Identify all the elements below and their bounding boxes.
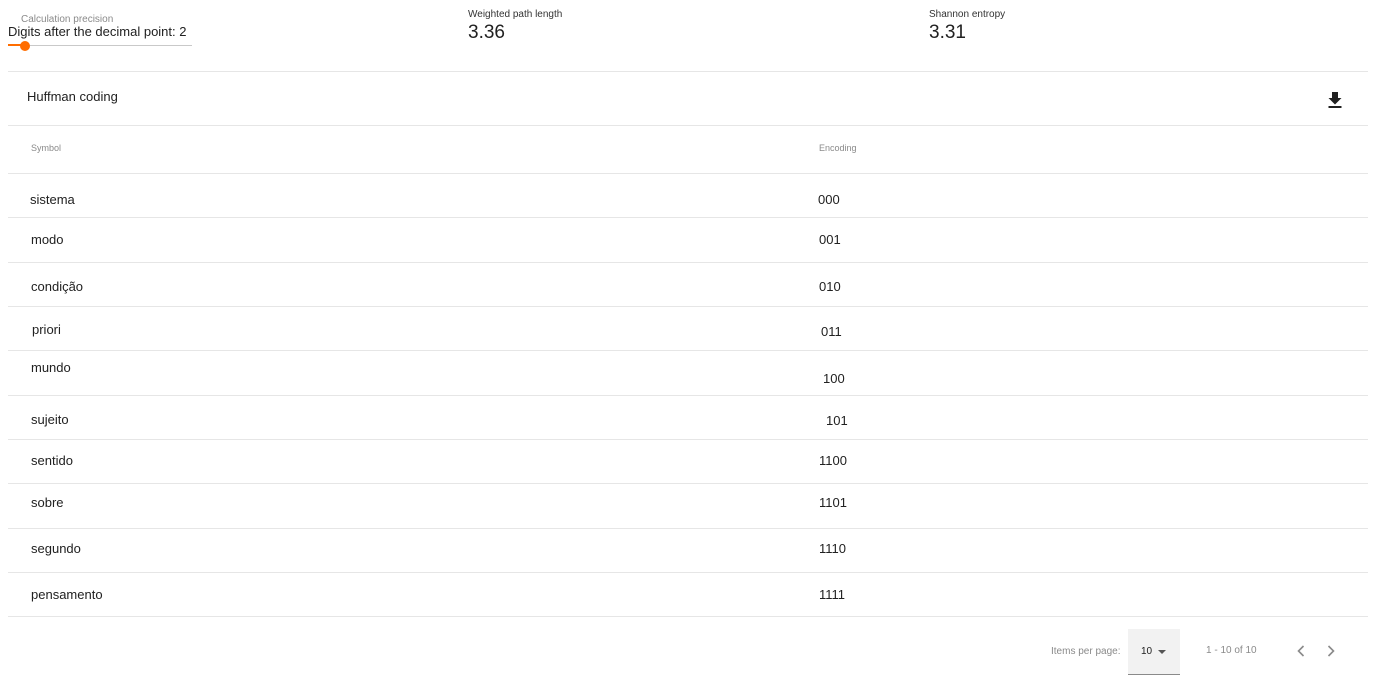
- encoding-cell: 1111: [819, 587, 846, 602]
- row-divider: [8, 616, 1368, 617]
- symbol-cell: sobre: [31, 495, 64, 510]
- symbol-cell: modo: [31, 232, 64, 247]
- symbol-cell: sujeito: [31, 412, 69, 427]
- items-per-page-label: Items per page:: [1051, 646, 1121, 657]
- table-row: sujeito 101: [8, 396, 1368, 440]
- table-row: modo 001: [8, 218, 1368, 263]
- symbol-cell: mundo: [31, 360, 71, 375]
- table-row: condição 010: [8, 263, 1368, 307]
- weighted-path-length-label: Weighted path length: [468, 9, 563, 20]
- table-row: sistema 000: [8, 174, 1368, 218]
- column-header-symbol[interactable]: Symbol: [31, 143, 61, 153]
- encoding-cell: 1100: [819, 453, 847, 468]
- encoding-cell: 101: [826, 413, 848, 428]
- download-icon: [1328, 92, 1342, 108]
- header-divider: [8, 125, 1368, 126]
- table-row: priori 011: [8, 307, 1368, 351]
- page-size-select[interactable]: 10: [1128, 629, 1180, 675]
- next-page-button[interactable]: [1321, 641, 1341, 661]
- precision-slider-track[interactable]: [8, 45, 192, 46]
- weighted-path-length-stat: Weighted path length 3.36: [468, 9, 562, 44]
- symbol-cell: priori: [32, 322, 61, 337]
- table-row: pensamento 1111: [8, 573, 1368, 617]
- huffman-page: Calculation precision Digits after the d…: [0, 0, 1376, 686]
- encoding-cell: 001: [819, 232, 841, 247]
- symbol-cell: sentido: [31, 453, 73, 468]
- table-row: segundo 1110: [8, 529, 1368, 573]
- stats-divider: [8, 71, 1368, 72]
- dropdown-caret-icon: [1158, 650, 1166, 654]
- download-button[interactable]: [1323, 88, 1347, 112]
- symbol-cell: pensamento: [31, 587, 103, 602]
- page-range-label: 1 - 10 of 10: [1206, 645, 1257, 656]
- chevron-left-icon: [1297, 645, 1305, 657]
- encoding-cell: 1110: [819, 541, 846, 556]
- encoding-cell: 1101: [819, 495, 847, 510]
- shannon-entropy-label: Shannon entropy: [929, 9, 1006, 20]
- encoding-cell: 011: [821, 324, 842, 339]
- encoding-cell: 000: [818, 192, 840, 207]
- table-row: sentido 1100: [8, 440, 1368, 484]
- chevron-right-icon: [1327, 645, 1335, 657]
- table-row: sobre 1101: [8, 484, 1368, 529]
- weighted-path-length-value: 3.36: [468, 22, 505, 43]
- symbol-cell: sistema: [30, 192, 75, 207]
- shannon-entropy-stat: Shannon entropy 3.31: [929, 9, 1005, 44]
- symbol-cell: condição: [31, 279, 84, 294]
- previous-page-button[interactable]: [1291, 641, 1311, 661]
- table-row: mundo 100: [8, 351, 1368, 396]
- symbol-cell: segundo: [31, 541, 81, 556]
- shannon-entropy-value: 3.31: [929, 22, 966, 43]
- column-header-encoding[interactable]: Encoding: [819, 143, 857, 153]
- encoding-cell: 010: [819, 279, 841, 294]
- precision-value-text: Digits after the decimal point: 2: [8, 24, 187, 39]
- precision-slider-thumb[interactable]: [20, 41, 30, 51]
- encoding-cell: 100: [823, 371, 845, 386]
- card-title: Huffman coding: [27, 89, 118, 104]
- page-size-value: 10: [1141, 646, 1153, 657]
